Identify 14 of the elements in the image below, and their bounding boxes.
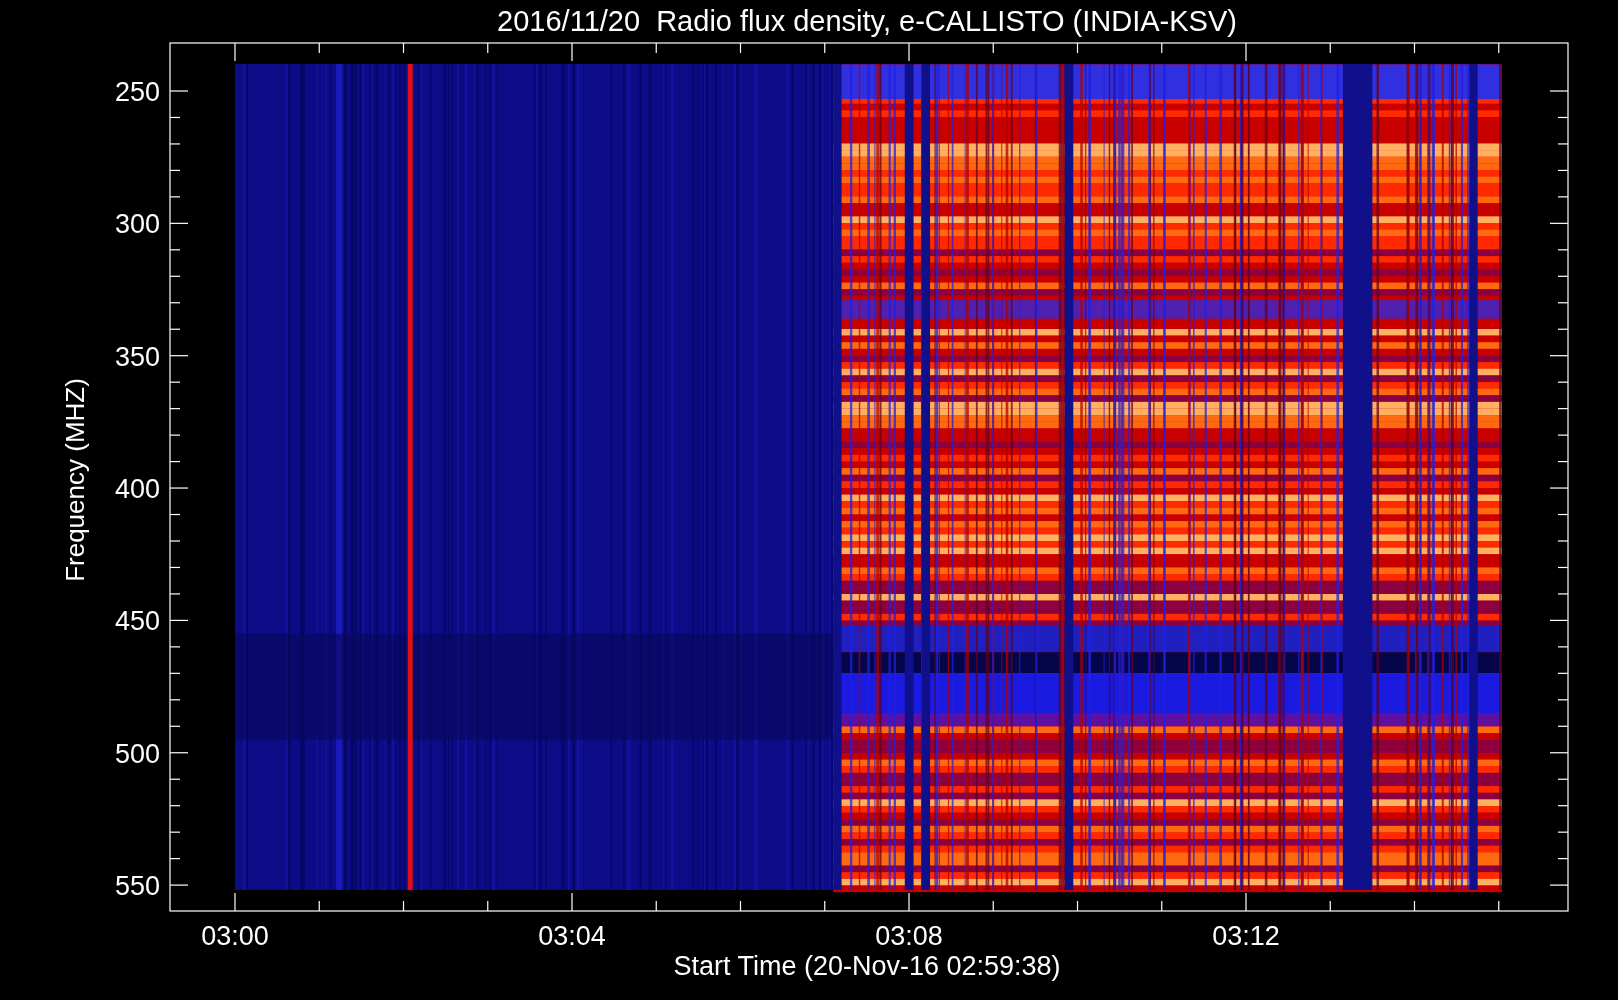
plot-title: 2016/11/20 Radio flux density, e-CALLISTO (INDIA-KSV) (497, 5, 1237, 37)
y-tick-label: 450 (114, 606, 160, 637)
x-tick-label: 03:08 (875, 921, 943, 951)
y-tick-label: 400 (114, 474, 160, 505)
x-tick-label: 03:00 (201, 921, 269, 951)
y-tick-label: 300 (114, 209, 160, 240)
y-tick-label: 550 (114, 871, 160, 902)
y-axis-label: Frequency (MHZ) (60, 378, 90, 582)
x-tick-label: 03:04 (538, 921, 606, 951)
x-tick-label: 03:12 (1212, 921, 1280, 951)
x-axis-label: Start Time (20-Nov-16 02:59:38) (673, 951, 1061, 981)
y-tick-label: 350 (114, 341, 160, 372)
y-tick-label: 500 (114, 738, 160, 769)
y-tick-label: 250 (114, 77, 160, 107)
